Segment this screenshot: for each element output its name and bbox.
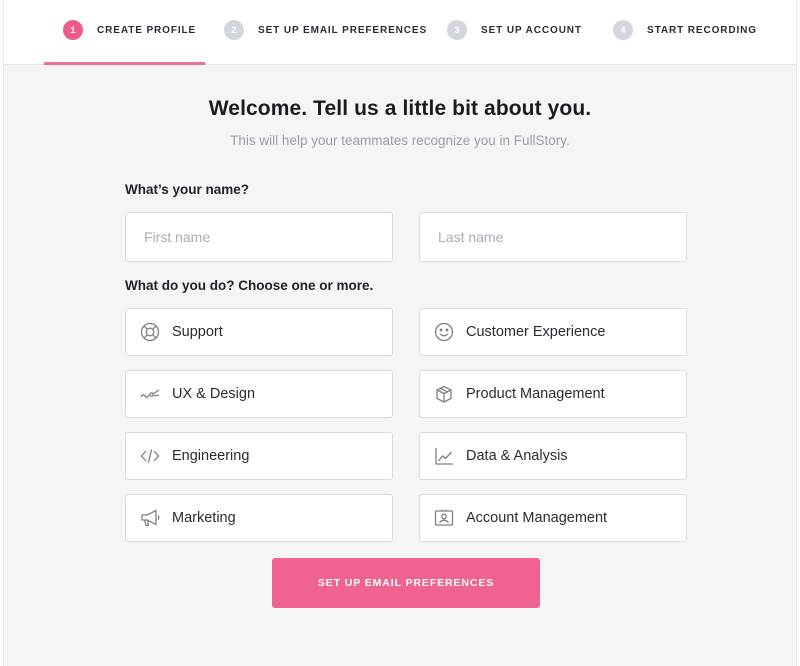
step-label: SET UP EMAIL PREFERENCES [258,24,428,36]
step-email-preferences[interactable]: 2 SET UP EMAIL PREFERENCES [224,20,427,40]
set-up-email-preferences-button[interactable]: SET UP EMAIL PREFERENCES [272,558,540,608]
lifebuoy-icon [139,321,161,343]
page-title: Welcome. Tell us a little bit about you. [208,97,592,120]
pen-stroke-icon [139,383,161,405]
role-label: Product Management [466,386,605,402]
box-icon [433,383,455,405]
role-option-customer-experience[interactable]: Customer Experience [419,308,687,356]
megaphone-icon [139,507,161,529]
role-label: Account Management [466,510,608,526]
id-card-icon [433,507,455,529]
role-label: UX & Design [172,386,256,402]
step-start-recording[interactable]: 4 START RECORDING [613,20,757,40]
step-label: START RECORDING [647,24,757,36]
role-label: Customer Experience [466,324,606,340]
code-icon [139,445,161,467]
role-option-product-management[interactable]: Product Management [419,370,687,418]
role-option-data-analysis[interactable]: Data & Analysis [419,432,687,480]
step-create-profile[interactable]: 1 CREATE PROFILE [63,20,196,40]
role-option-engineering[interactable]: Engineering [125,432,393,480]
step-number-badge: 4 [613,20,633,40]
active-step-indicator [44,62,205,65]
step-label: SET UP ACCOUNT [481,24,582,36]
first-name-input[interactable] [125,212,393,262]
role-label: Engineering [172,448,250,464]
role-label: Marketing [172,510,236,526]
step-set-up-account[interactable]: 3 SET UP ACCOUNT [447,20,582,40]
step-number-badge: 1 [63,20,83,40]
progress-stepper: 1 CREATE PROFILE 2 SET UP EMAIL PREFEREN… [4,0,796,65]
role-option-support[interactable]: Support [125,308,393,356]
smiley-icon [433,321,455,343]
page-subtitle: This will help your teammates recognize … [230,133,570,148]
line-chart-icon [433,445,455,467]
last-name-input[interactable] [419,212,687,262]
role-option-account-management[interactable]: Account Management [419,494,687,542]
onboarding-page: 1 CREATE PROFILE 2 SET UP EMAIL PREFEREN… [3,0,797,666]
role-option-marketing[interactable]: Marketing [125,494,393,542]
role-question-label: What do you do? Choose one or more. [125,278,374,293]
name-question-label: What’s your name? [125,182,250,197]
role-option-ux-design[interactable]: UX & Design [125,370,393,418]
step-number-badge: 2 [224,20,244,40]
role-label: Support [172,324,223,340]
role-label: Data & Analysis [466,448,568,464]
step-number-badge: 3 [447,20,467,40]
step-label: CREATE PROFILE [97,24,197,36]
